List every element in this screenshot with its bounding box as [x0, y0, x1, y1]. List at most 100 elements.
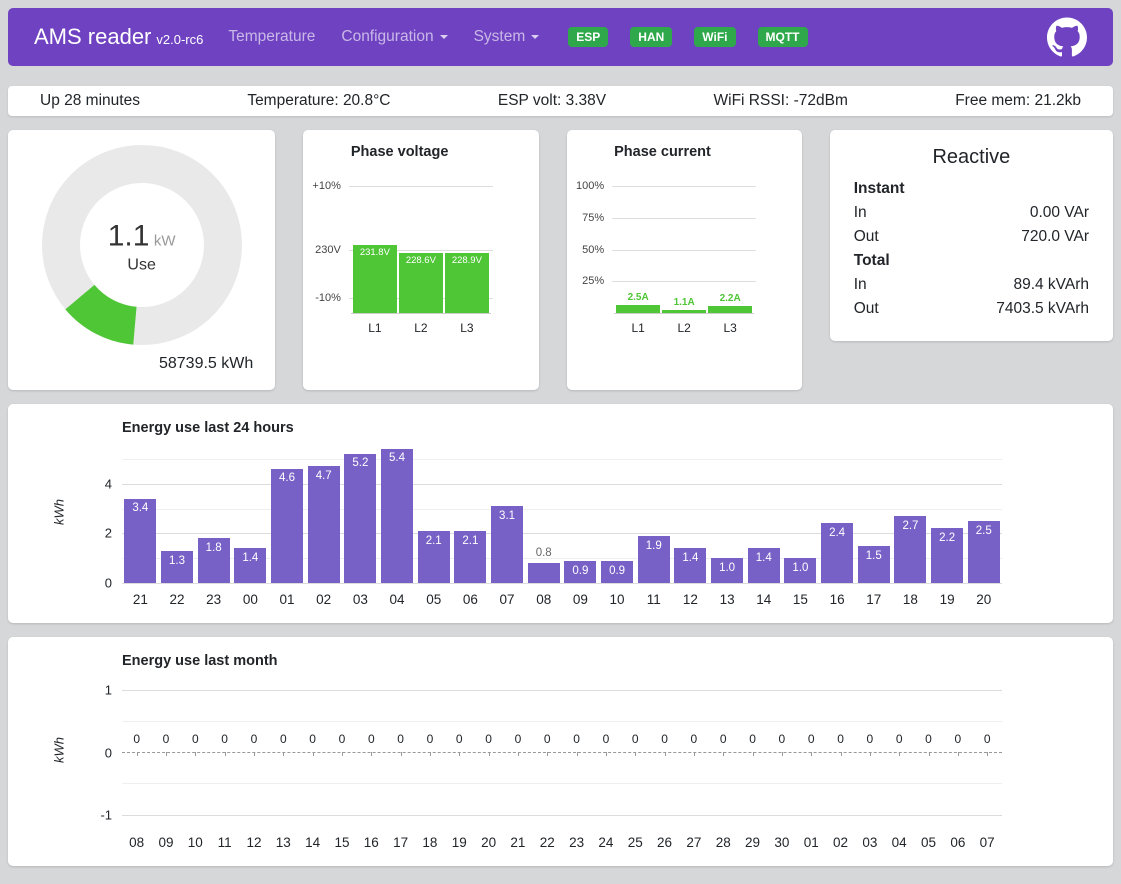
axis-tick [811, 752, 812, 756]
axis-tick [606, 752, 607, 756]
bar-column: 4.6 [269, 444, 306, 583]
bar-column: 2.7 [892, 444, 929, 583]
bar-value-label: 2.2 [929, 532, 966, 544]
x-tick-label: L2 [662, 321, 706, 335]
reactive-section-instant: Instant [854, 177, 1089, 201]
x-tick-label: 17 [855, 592, 892, 607]
x-tick-label: 24 [591, 835, 620, 850]
bar-value-label: 1.3 [159, 555, 196, 567]
bar-column: 2.4 [819, 444, 856, 583]
bar-value-label: 4.7 [305, 470, 342, 482]
bar-column: 0 [885, 677, 914, 827]
axis-tick [782, 752, 783, 756]
bar-value-label: 0 [386, 732, 415, 746]
x-tick-label: 02 [305, 592, 342, 607]
bar-column: 0 [503, 677, 532, 827]
bar: 231.8V [353, 245, 397, 313]
bar-value-label: 0 [973, 732, 1002, 746]
axis-tick [723, 752, 724, 756]
y-tick-label: 4 [105, 476, 112, 491]
phase-voltage-x-axis: L1L2L3 [351, 321, 491, 335]
bar-group: 3.41.31.81.44.64.75.25.42.12.13.10.80.90… [122, 444, 1002, 583]
bar-column: 0 [797, 677, 826, 827]
bar-column: 1.4 [232, 444, 269, 583]
bar-value-label: 0 [709, 732, 738, 746]
bar-value-label: 0 [767, 732, 796, 746]
bar-column: 5.4 [379, 444, 416, 583]
x-tick-label: 05 [415, 592, 452, 607]
nav-label: Configuration [341, 28, 433, 45]
reactive-row-value: 7403.5 kVArh [996, 297, 1089, 321]
chevron-down-icon [531, 35, 539, 39]
bar-value-label: 0 [210, 732, 239, 746]
bar [308, 466, 340, 583]
bar [616, 305, 660, 313]
top-cards: 1.1 kW Use 58739.5 kWh Phase voltage +10… [8, 130, 1113, 390]
axis-tick [137, 752, 138, 756]
axis-tick [635, 752, 636, 756]
bar-column: 1.4 [745, 444, 782, 583]
axis-tick [870, 752, 871, 756]
bar-column: 2.2 [929, 444, 966, 583]
gauge-label: Use [39, 256, 245, 274]
power-gauge-card: 1.1 kW Use 58739.5 kWh [8, 130, 275, 390]
bar-value-label: 0 [327, 732, 356, 746]
nav-item-configuration[interactable]: Configuration [328, 28, 460, 46]
axis-tick [166, 752, 167, 756]
reactive-card: Reactive Instant In 0.00 VAr Out 720.0 V… [830, 130, 1113, 341]
axis-tick [929, 752, 930, 756]
status-wifi-rssi: WiFi RSSI: -72dBm [714, 92, 848, 110]
status-badge-mqtt: MQTT [758, 27, 808, 47]
nav-label: Temperature [228, 28, 315, 45]
y-tick-label: 2 [105, 526, 112, 541]
bar-column: 0 [650, 677, 679, 827]
bar-value-label: 0.9 [599, 565, 636, 577]
x-tick-label: 15 [327, 835, 356, 850]
reactive-row-label: In [854, 273, 867, 297]
bar-value-label: 2.7 [892, 520, 929, 532]
x-tick-label: 04 [379, 592, 416, 607]
x-tick-label: 09 [151, 835, 180, 850]
x-tick-label: 05 [914, 835, 943, 850]
bar-value-label: 2.5 [965, 525, 1002, 537]
gauge-arc [80, 297, 135, 326]
x-tick-label: 10 [599, 592, 636, 607]
x-tick-label: 12 [672, 592, 709, 607]
github-link[interactable] [1047, 17, 1087, 57]
bar-column: 0 [914, 677, 943, 827]
gauge-value: 1.1 [108, 219, 150, 252]
x-tick-label: 01 [797, 835, 826, 850]
phase-current-card: Phase current 100%75%50%25%2.5A1.1A2.2A … [567, 130, 802, 390]
x-tick-label: L1 [353, 321, 397, 335]
y-tick-label: +10% [312, 180, 340, 192]
bar-column: 1.3 [159, 444, 196, 583]
axis-tick [577, 752, 578, 756]
day-chart-x-axis: 2122230001020304050607080910111213141516… [122, 592, 1002, 607]
axis-tick [313, 752, 314, 756]
bar-group: 231.8V228.6V228.9V [351, 186, 491, 313]
bar-column: 0 [151, 677, 180, 827]
axis-tick [753, 752, 754, 756]
x-tick-label: 17 [386, 835, 415, 850]
bar-column: 1.5 [855, 444, 892, 583]
bar-column: 0 [386, 677, 415, 827]
bar-column: 0 [122, 677, 151, 827]
bar-value-label: 1.9 [635, 540, 672, 552]
y-axis-label: kWh [52, 737, 67, 763]
bar-column: 0 [973, 677, 1002, 827]
nav-item-system[interactable]: System [461, 28, 553, 46]
bar-value-label: 0.9 [562, 565, 599, 577]
bar-value-label: 0 [797, 732, 826, 746]
x-tick-label: 07 [973, 835, 1002, 850]
x-tick-label: 03 [342, 592, 379, 607]
phase-voltage-plot: +10%230V-10%231.8V228.6V228.9V [351, 186, 491, 314]
nav-label: System [474, 28, 526, 45]
nav-item-temperature[interactable]: Temperature [215, 28, 328, 46]
x-tick-label: 10 [181, 835, 210, 850]
bar-column: 0 [474, 677, 503, 827]
x-tick-label: 15 [782, 592, 819, 607]
bar-value-label: 0 [122, 732, 151, 746]
x-tick-label: 20 [965, 592, 1002, 607]
status-esp-volt: ESP volt: 3.38V [498, 92, 606, 110]
month-chart-card: Energy use last month kWh 10-10000000000… [8, 637, 1113, 866]
